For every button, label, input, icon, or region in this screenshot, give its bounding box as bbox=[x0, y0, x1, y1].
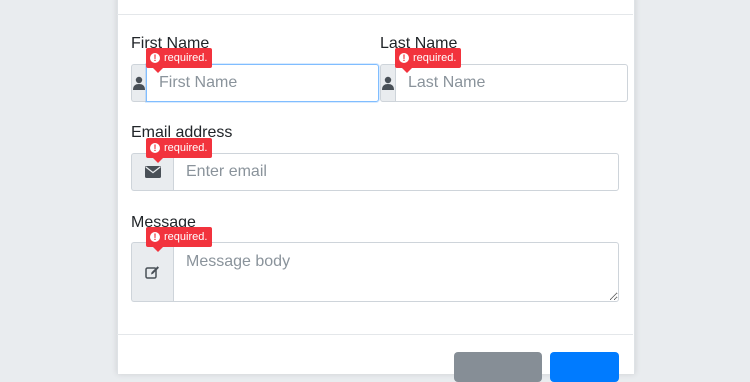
exclamation-circle-icon: ! bbox=[399, 53, 409, 63]
exclamation-circle-icon: ! bbox=[150, 232, 160, 242]
last-name-error-text: required. bbox=[413, 52, 457, 64]
first-name-error-tooltip: ! required. bbox=[146, 48, 213, 73]
modal-footer-divider bbox=[117, 334, 633, 335]
email-addon bbox=[131, 153, 173, 191]
first-name-addon bbox=[131, 64, 146, 102]
last-name-input[interactable] bbox=[395, 64, 628, 102]
user-icon bbox=[382, 76, 394, 90]
message-group bbox=[131, 242, 619, 302]
first-name-input[interactable] bbox=[146, 64, 379, 102]
last-name-group bbox=[380, 64, 628, 102]
edit-icon bbox=[145, 265, 159, 279]
first-name-group bbox=[131, 64, 379, 102]
envelope-icon bbox=[144, 166, 161, 178]
message-error-text: required. bbox=[164, 231, 208, 243]
secondary-button[interactable] bbox=[454, 352, 542, 382]
last-name-error-tooltip: ! required. bbox=[395, 48, 462, 73]
email-input[interactable] bbox=[173, 153, 619, 191]
email-error-tooltip: ! required. bbox=[146, 138, 213, 163]
exclamation-circle-icon: ! bbox=[150, 143, 160, 153]
primary-button[interactable] bbox=[550, 352, 619, 382]
exclamation-circle-icon: ! bbox=[150, 53, 160, 63]
message-error-tooltip: ! required. bbox=[146, 227, 213, 252]
email-group bbox=[131, 153, 619, 191]
message-addon bbox=[131, 242, 173, 302]
first-name-error-text: required. bbox=[164, 52, 208, 64]
user-icon bbox=[133, 76, 145, 90]
email-error-text: required. bbox=[164, 142, 208, 154]
modal-header-divider bbox=[117, 14, 633, 15]
last-name-addon bbox=[380, 64, 395, 102]
message-textarea[interactable] bbox=[173, 242, 619, 302]
